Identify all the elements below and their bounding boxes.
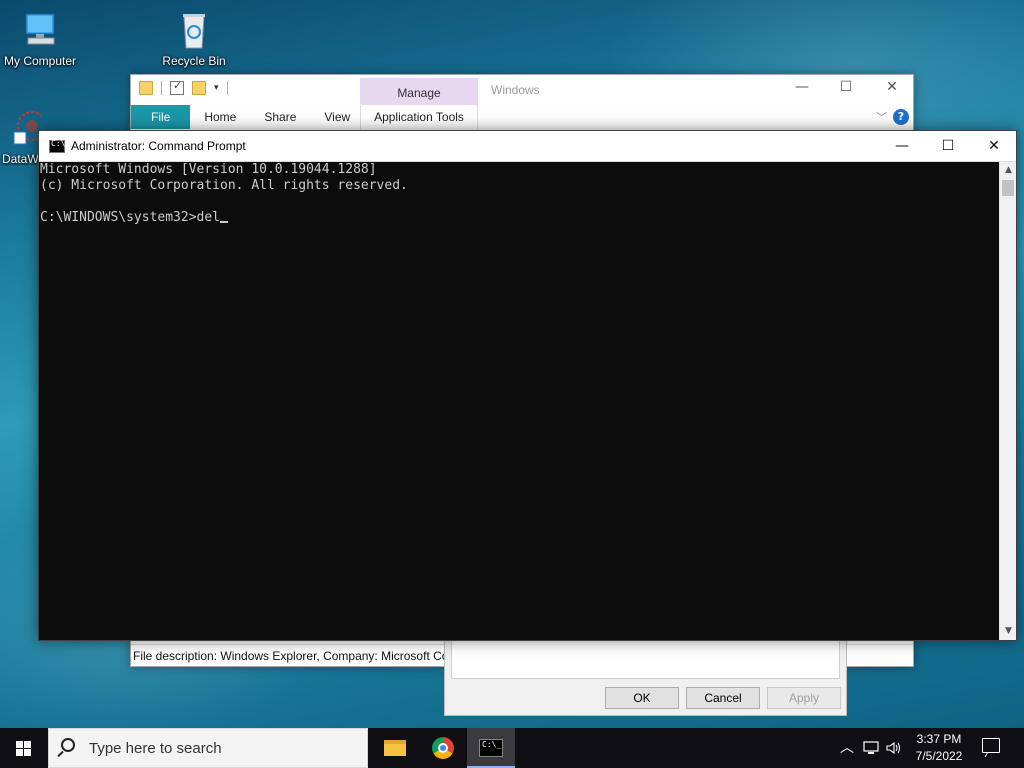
apply-button[interactable]: Apply: [767, 687, 841, 709]
folder-icon[interactable]: [139, 81, 153, 95]
windows-logo-icon: [16, 741, 32, 757]
command-prompt-icon: [479, 739, 503, 757]
taskbar-clock[interactable]: 3:37 PM 7/5/2022: [900, 731, 978, 765]
console-input: C:\WINDOWS\system32>del: [40, 210, 221, 225]
properties-check-icon[interactable]: [170, 79, 184, 95]
file-explorer-icon: [384, 740, 406, 756]
tab-home[interactable]: Home: [190, 105, 250, 129]
search-icon: [61, 738, 75, 752]
console-line: Microsoft Windows [Version 10.0.19044.12…: [40, 162, 377, 177]
console-output[interactable]: Microsoft Windows [Version 10.0.19044.12…: [39, 162, 999, 640]
desktop-icon-recycle-bin[interactable]: Recycle Bin: [154, 10, 234, 68]
dialog-content-box: [451, 637, 840, 679]
search-placeholder: Type here to search: [89, 740, 222, 757]
command-prompt-icon: [49, 139, 65, 153]
clock-date: 7/5/2022: [915, 749, 963, 763]
scroll-thumb[interactable]: [1002, 180, 1014, 196]
clock-time: 3:37 PM: [916, 732, 962, 746]
explorer-close-button[interactable]: ✕: [869, 79, 915, 95]
tab-view[interactable]: View: [310, 105, 364, 129]
desktop-icon-label: DataW: [2, 152, 39, 166]
computer-icon: [20, 10, 60, 50]
start-button[interactable]: [0, 728, 48, 768]
help-icon[interactable]: ?: [893, 109, 909, 125]
manage-context-tab[interactable]: Manage: [360, 78, 478, 108]
properties-dialog: OK Cancel Apply: [444, 636, 847, 716]
tab-application-tools[interactable]: Application Tools: [360, 105, 478, 129]
desktop-icon-dataw[interactable]: DataW: [0, 108, 42, 166]
explorer-title: Windows: [491, 83, 540, 97]
scroll-up-icon[interactable]: ▲: [1000, 162, 1017, 179]
recycle-bin-icon: [174, 10, 214, 50]
tab-share[interactable]: Share: [250, 105, 310, 129]
taskbar-search-box[interactable]: Type here to search: [48, 728, 368, 768]
cmd-minimize-button[interactable]: —: [879, 131, 925, 161]
network-icon[interactable]: [860, 728, 882, 768]
quick-access-toolbar: ▾: [139, 79, 228, 95]
console-line: (c) Microsoft Corporation. All rights re…: [40, 178, 408, 193]
desktop-icon-my-computer[interactable]: My Computer: [0, 10, 80, 68]
cmd-close-button[interactable]: ✕: [971, 131, 1017, 161]
cmd-window-title: Administrator: Command Prompt: [71, 139, 246, 153]
command-prompt-window[interactable]: Administrator: Command Prompt — ☐ ✕ Micr…: [38, 130, 1017, 641]
chrome-icon: [432, 737, 454, 759]
show-hidden-icons-chevron-icon[interactable]: ︿: [838, 728, 856, 768]
new-folder-icon[interactable]: [192, 81, 206, 95]
tab-file[interactable]: File: [131, 105, 191, 129]
scroll-down-icon[interactable]: ▼: [1000, 623, 1017, 640]
ribbon-tabs: File Home Share View: [131, 105, 913, 129]
cmd-titlebar[interactable]: Administrator: Command Prompt — ☐ ✕: [39, 131, 1016, 162]
taskbar-file-explorer[interactable]: [371, 728, 419, 768]
desktop-icon-label: Recycle Bin: [162, 54, 226, 68]
taskbar-chrome[interactable]: [419, 728, 467, 768]
explorer-maximize-button[interactable]: ☐: [823, 79, 869, 95]
taskbar-command-prompt[interactable]: [467, 728, 515, 768]
cmd-maximize-button[interactable]: ☐: [925, 131, 971, 161]
ok-button[interactable]: OK: [605, 687, 679, 709]
customize-dropdown-icon[interactable]: ▾: [214, 83, 219, 93]
cancel-button[interactable]: Cancel: [686, 687, 760, 709]
console-prompt-line[interactable]: C:\WINDOWS\system32>del: [40, 210, 999, 226]
desktop-icon-label: My Computer: [3, 54, 77, 68]
expand-ribbon-icon[interactable]: ﹀: [876, 109, 887, 125]
explorer-minimize-button[interactable]: —: [779, 79, 825, 95]
taskbar: Type here to search ︿ 3:37 PM 7/5/2022: [0, 728, 1024, 768]
notification-center-icon[interactable]: [982, 738, 1000, 753]
text-cursor: [220, 221, 229, 223]
console-scrollbar[interactable]: ▲ ▼: [999, 162, 1016, 640]
